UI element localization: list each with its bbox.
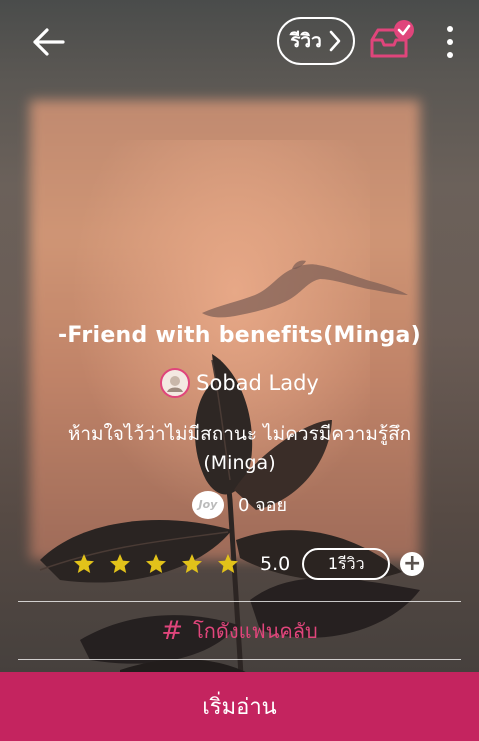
author-row[interactable]: Sobad Lady <box>0 368 479 398</box>
novel-description: ห้ามใจไว้ว่าไม่มีสถานะ ไม่ควรมีความรู้สึ… <box>67 423 412 474</box>
star-icon <box>146 554 166 573</box>
star-icon <box>74 554 94 573</box>
more-vertical-icon-dot <box>447 39 453 45</box>
divider <box>18 659 461 660</box>
joy-count: 0 จอย <box>237 495 288 516</box>
back-arrow-icon <box>33 28 65 56</box>
more-options-button[interactable] <box>440 22 460 62</box>
star-icon <box>182 554 202 573</box>
more-vertical-icon-dot <box>447 52 453 58</box>
star-icon <box>110 554 130 573</box>
library-inbox-button[interactable] <box>368 18 416 62</box>
plus-icon[interactable]: + <box>400 552 425 576</box>
hand-shadow-image <box>202 260 408 318</box>
rating-row: 5.0 1รีวิว + <box>72 546 425 582</box>
joy-row: Joy 0 จอย <box>0 490 479 519</box>
start-reading-label: เริ่มอ่าน <box>202 695 277 720</box>
rating-value: 5.0 <box>260 553 291 575</box>
star-icon <box>218 554 238 573</box>
review-button-label: รีวิว <box>290 30 322 52</box>
review-count-button[interactable]: 1รีวิว <box>302 548 391 580</box>
back-button[interactable] <box>26 20 70 64</box>
author-name[interactable]: Sobad Lady <box>196 371 319 395</box>
divider <box>18 601 461 602</box>
start-reading-button[interactable]: เริ่มอ่าน <box>0 672 479 741</box>
more-vertical-icon-dot <box>447 26 453 32</box>
novel-title: -Friend with benefits(Minga) <box>57 323 421 348</box>
fanclub-label: โกดังแฟนคลับ <box>193 619 318 643</box>
chevron-right-icon <box>329 30 341 52</box>
hash-icon: # <box>161 616 184 646</box>
review-button[interactable]: รีวิว <box>277 17 355 65</box>
joy-icon: Joy <box>191 490 224 519</box>
avatar-icon <box>167 376 184 392</box>
inbox-check-icon <box>370 20 414 58</box>
rating-stars <box>72 552 252 576</box>
fanclub-button[interactable]: # โกดังแฟนคลับ <box>0 615 479 647</box>
author-avatar[interactable] <box>160 368 191 398</box>
